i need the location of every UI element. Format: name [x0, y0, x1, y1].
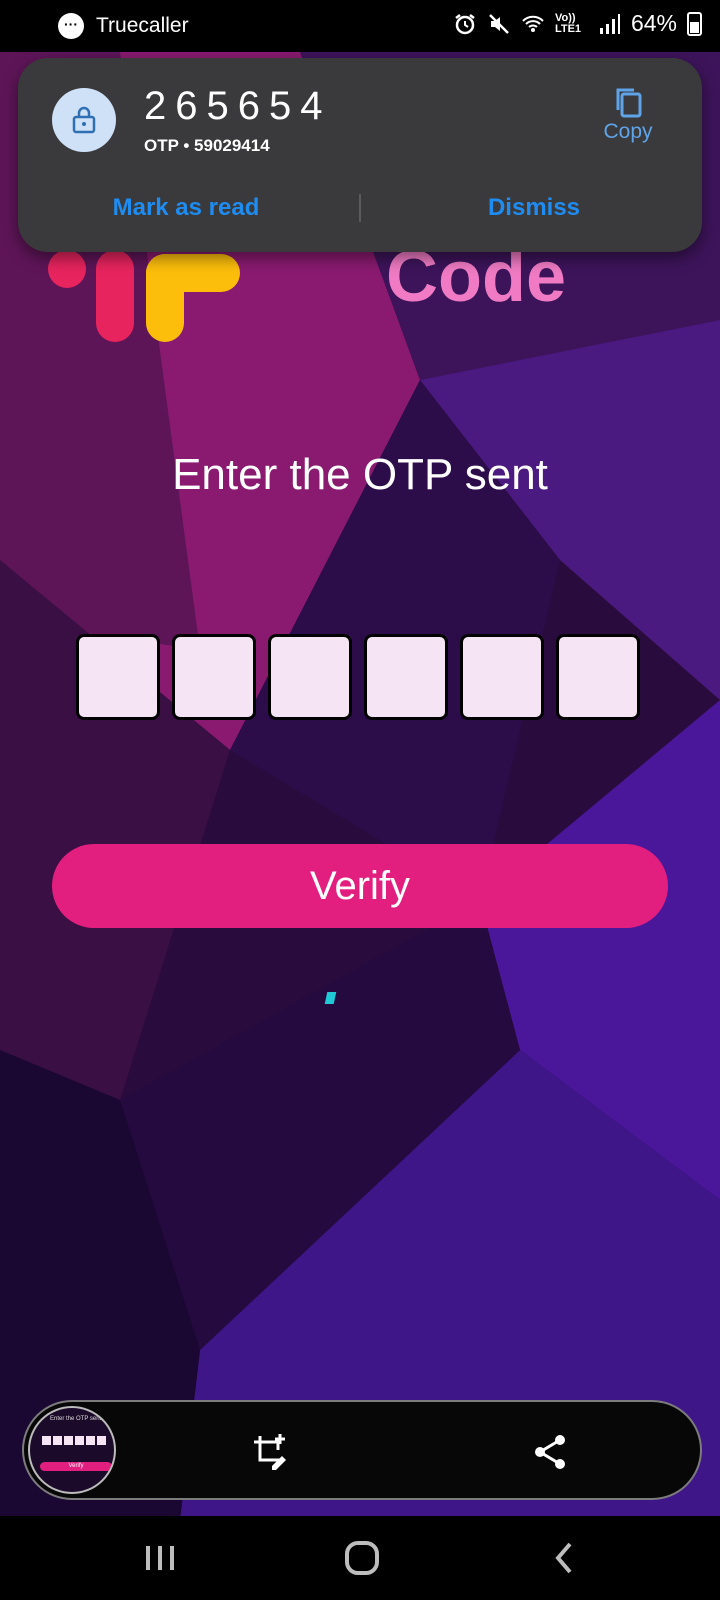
copy-icon [616, 88, 642, 118]
app-logo [48, 250, 240, 342]
otp-digit-2[interactable] [172, 634, 256, 720]
screenshot-toolbar: Enter the OTP sent Verify [22, 1400, 702, 1500]
alarm-icon [455, 13, 475, 34]
recents-icon[interactable] [140, 1540, 180, 1576]
battery-percent: 64% [630, 10, 677, 36]
status-icons: Vo)) LTE1 64% [453, 10, 702, 37]
action-divider [359, 194, 361, 222]
chat-bubble-icon: ··· [58, 13, 84, 39]
battery-icon [687, 11, 702, 36]
lock-icon [52, 88, 116, 152]
verify-button[interactable]: Verify [52, 844, 668, 928]
network-label: Vo)) LTE1 [554, 11, 582, 35]
otp-prompt: Enter the OTP sent [172, 450, 548, 499]
home-icon[interactable] [342, 1540, 382, 1576]
share-icon[interactable] [530, 1432, 570, 1472]
otp-digit-5[interactable] [460, 634, 544, 720]
wifi-icon [522, 15, 544, 32]
navigation-bar [0, 1516, 720, 1600]
signal-icon [599, 13, 620, 34]
thumb-box [42, 1436, 51, 1445]
crop-edit-icon[interactable] [250, 1432, 290, 1472]
status-bar: ··· Truecaller Vo)) LTE1 64% [0, 0, 720, 52]
otp-digit-3[interactable] [268, 634, 352, 720]
mute-icon [489, 13, 509, 34]
otp-digit-6[interactable] [556, 634, 640, 720]
thumb-prompt: Enter the OTP sent [50, 1416, 102, 1422]
status-app-name: Truecaller [96, 14, 189, 37]
back-icon[interactable] [546, 1540, 586, 1576]
notification-actions: Mark as read Dismiss [18, 180, 702, 236]
dismiss-button[interactable]: Dismiss [374, 180, 694, 236]
otp-code-text: 265654 [144, 84, 332, 128]
thumb-box [86, 1436, 95, 1445]
otp-notification[interactable]: 265654 OTP • 59029414 Copy Mark as read … [18, 58, 702, 252]
thumb-box [97, 1436, 106, 1445]
thumb-box [53, 1436, 62, 1445]
otp-digit-4[interactable] [364, 634, 448, 720]
thumb-verify: Verify [40, 1462, 112, 1471]
copy-button[interactable]: Copy [598, 86, 658, 144]
thumb-box [75, 1436, 84, 1445]
mark-as-read-button[interactable]: Mark as read [26, 180, 346, 236]
otp-input-row [76, 634, 644, 720]
thumb-otp-boxes [42, 1436, 106, 1445]
otp-sender-text: OTP • 59029414 [144, 136, 270, 155]
thumb-box [64, 1436, 73, 1445]
screenshot-thumbnail[interactable]: Enter the OTP sent Verify [28, 1406, 116, 1494]
copy-label: Copy [603, 120, 653, 143]
otp-digit-1[interactable] [76, 634, 160, 720]
